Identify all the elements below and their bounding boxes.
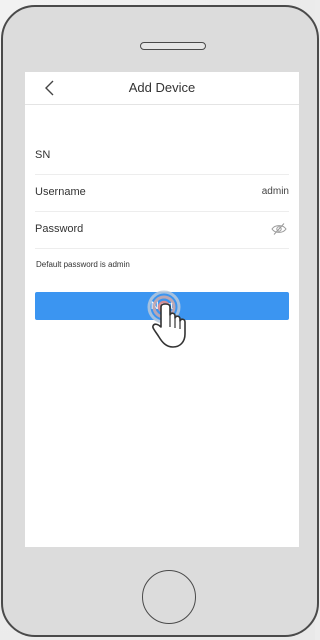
eye-hidden-icon[interactable] [271, 222, 287, 236]
app-screen: Add Device SN Username admin Password De… [25, 72, 299, 547]
username-value[interactable]: admin [262, 186, 289, 197]
sn-label: SN [35, 149, 51, 161]
password-label: Password [35, 223, 84, 235]
username-field[interactable]: Username admin [35, 174, 289, 212]
username-label: Username [35, 186, 86, 198]
page-title: Add Device [128, 80, 196, 95]
navigation-header: Add Device [25, 72, 299, 105]
next-button[interactable]: Next [35, 292, 289, 320]
phone-speaker [140, 42, 206, 50]
password-field[interactable]: Password [35, 211, 289, 249]
default-password-hint: Default password is admin [36, 260, 130, 269]
sn-field[interactable]: SN [35, 137, 289, 175]
home-button[interactable] [142, 570, 196, 624]
